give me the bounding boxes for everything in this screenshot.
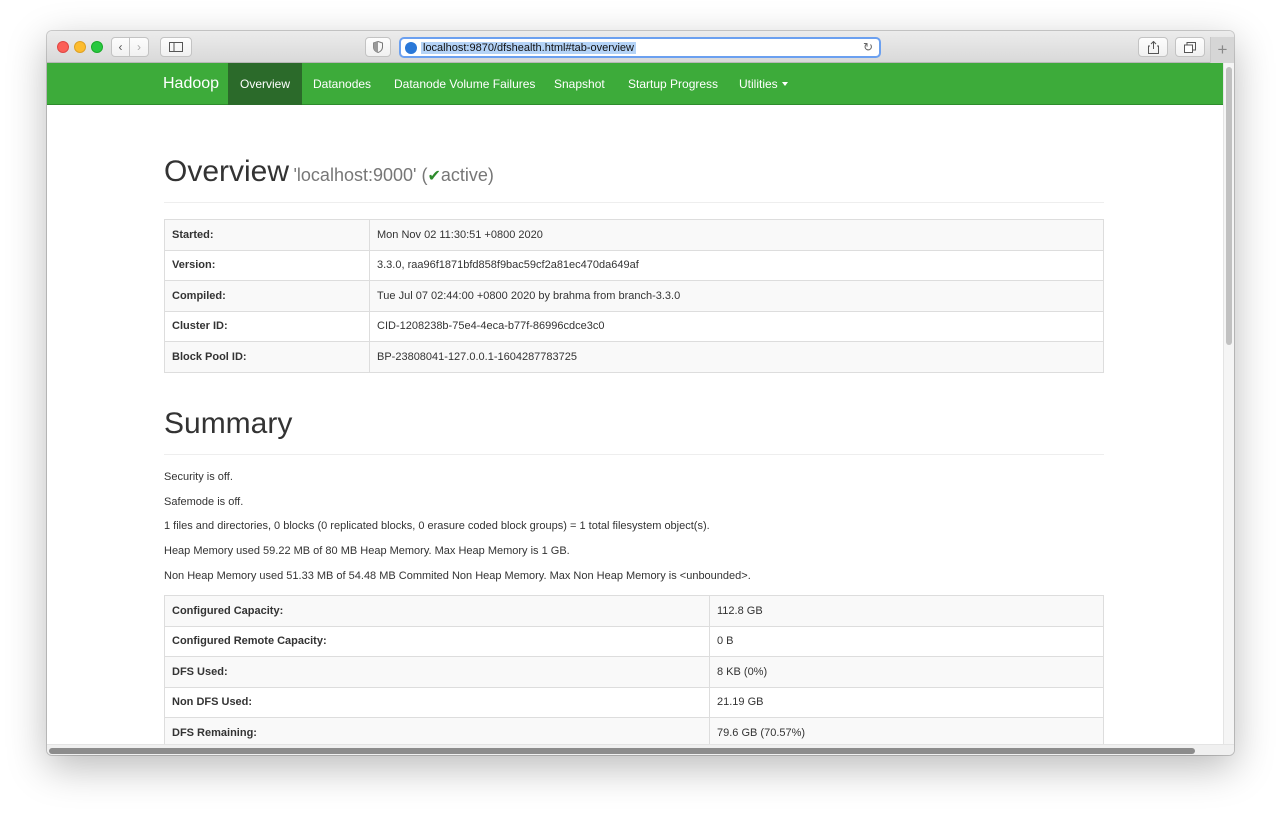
tab-label: Datanodes — [313, 77, 372, 91]
filesystem-objects: 1 files and directories, 0 blocks (0 rep… — [164, 520, 710, 532]
vertical-scroll-thumb[interactable] — [1226, 67, 1232, 345]
globe-icon — [405, 41, 417, 54]
privacy-report-button[interactable] — [365, 37, 391, 57]
shield-icon — [373, 41, 383, 53]
divider — [164, 202, 1104, 203]
page-title: Overview — [164, 155, 290, 188]
heap-memory: Heap Memory used 59.22 MB of 80 MB Heap … — [164, 545, 570, 557]
back-button[interactable]: ‹ — [111, 37, 130, 57]
brand-link[interactable]: Hadoop — [163, 75, 219, 93]
address-bar[interactable]: localhost:9870/dfshealth.html#tab-overvi… — [399, 37, 881, 58]
table-row: Block Pool ID: BP-23808041-127.0.0.1-160… — [164, 341, 1104, 373]
tab-label: Overview — [240, 77, 291, 91]
page-content: Overview 'localhost:9000' (✔active) Star… — [47, 105, 1223, 744]
row-key: DFS Used: — [164, 656, 710, 688]
minimize-window-button[interactable] — [74, 41, 86, 53]
browser-toolbar: ‹ › localhost:9870/dfshealth.html#tab-ov… — [47, 31, 1234, 63]
row-key: Configured Capacity: — [164, 595, 710, 627]
row-key: Started: — [164, 219, 370, 251]
table-row: Version: 3.3.0, raa96f1871bfd858f9bac59c… — [164, 249, 1104, 281]
table-row: Compiled: Tue Jul 07 02:44:00 +0800 2020… — [164, 280, 1104, 312]
tab-snapshot[interactable]: Snapshot — [542, 63, 617, 105]
tab-label: Startup Progress — [628, 77, 719, 91]
check-icon: ✔ — [427, 168, 441, 185]
table-row: DFS Remaining: 79.6 GB (70.57%) — [164, 717, 1104, 744]
safemode-status: Safemode is off. — [164, 496, 244, 508]
browser-window: ‹ › localhost:9870/dfshealth.html#tab-ov… — [47, 31, 1234, 755]
tab-label: Datanode Volume Failures — [394, 77, 536, 91]
table-row: Non DFS Used: 21.19 GB — [164, 686, 1104, 718]
table-row: Cluster ID: CID-1208238b-75e4-4eca-b77f-… — [164, 310, 1104, 342]
row-value: 3.3.0, raa96f1871bfd858f9bac59cf2a81ec47… — [369, 249, 1104, 281]
sidebar-icon — [169, 42, 183, 52]
table-row: Configured Remote Capacity: 0 B — [164, 625, 1104, 657]
overview-table: Started: Mon Nov 02 11:30:51 +0800 2020 … — [164, 219, 1104, 373]
row-key: Compiled: — [164, 280, 370, 312]
share-icon — [1147, 40, 1159, 54]
row-key: Version: — [164, 249, 370, 281]
table-row: DFS Used: 8 KB (0%) — [164, 656, 1104, 688]
vertical-scrollbar[interactable] — [1223, 63, 1234, 744]
namenode-state: active) — [440, 165, 494, 185]
row-value: 8 KB (0%) — [709, 656, 1104, 688]
forward-button[interactable]: › — [130, 37, 149, 57]
row-value: Tue Jul 07 02:44:00 +0800 2020 by brahma… — [369, 280, 1104, 312]
sidebar-toggle-button[interactable] — [160, 37, 192, 57]
utilities-dropdown[interactable]: Utilities — [727, 63, 800, 105]
row-value: Mon Nov 02 11:30:51 +0800 2020 — [369, 219, 1104, 251]
new-tab-button[interactable]: + — [1210, 37, 1234, 63]
tab-startup-progress[interactable]: Startup Progress — [616, 63, 730, 105]
row-key: Cluster ID: — [164, 310, 370, 342]
table-row: Configured Capacity: 112.8 GB — [164, 595, 1104, 627]
overview-heading: Overview 'localhost:9000' (✔active) — [164, 155, 494, 189]
hadoop-navbar: Hadoop Overview Datanodes Datanode Volum… — [47, 63, 1223, 105]
row-value: BP-23808041-127.0.0.1-1604287783725 — [369, 341, 1104, 373]
row-key: DFS Remaining: — [164, 717, 710, 744]
close-window-button[interactable] — [57, 41, 69, 53]
summary-table: Configured Capacity: 112.8 GB Configured… — [164, 595, 1104, 744]
tab-label: Snapshot — [554, 77, 605, 91]
summary-heading: Summary — [164, 407, 293, 440]
zoom-window-button[interactable] — [91, 41, 103, 53]
tabs-icon — [1184, 41, 1196, 53]
tab-datanode-volume-failures[interactable]: Datanode Volume Failures — [382, 63, 547, 105]
row-value: 21.19 GB — [709, 686, 1104, 718]
chevron-left-icon: ‹ — [118, 40, 123, 54]
namenode-host: 'localhost:9000' ( — [293, 165, 428, 185]
row-key: Block Pool ID: — [164, 341, 370, 373]
row-value: 79.6 GB (70.57%) — [709, 717, 1104, 744]
reload-icon[interactable]: ↻ — [863, 40, 873, 54]
row-value: 0 B — [709, 625, 1104, 657]
horizontal-scroll-thumb[interactable] — [49, 748, 1195, 754]
plus-icon: + — [1217, 40, 1228, 59]
share-button[interactable] — [1138, 37, 1168, 57]
row-value: CID-1208238b-75e4-4eca-b77f-86996cdce3c0 — [369, 310, 1104, 342]
divider — [164, 454, 1104, 455]
chevron-right-icon: › — [137, 40, 141, 54]
row-value: 112.8 GB — [709, 595, 1104, 627]
caret-down-icon — [781, 82, 788, 86]
tab-datanodes[interactable]: Datanodes — [301, 63, 383, 105]
url-text: localhost:9870/dfshealth.html#tab-overvi… — [421, 41, 636, 54]
show-tabs-button[interactable] — [1175, 37, 1205, 57]
security-status: Security is off. — [164, 471, 233, 483]
horizontal-scrollbar[interactable] — [47, 744, 1234, 755]
tab-overview[interactable]: Overview — [228, 63, 303, 105]
tab-label: Utilities — [739, 77, 778, 91]
row-key: Configured Remote Capacity: — [164, 625, 710, 657]
table-row: Started: Mon Nov 02 11:30:51 +0800 2020 — [164, 219, 1104, 251]
non-heap-memory: Non Heap Memory used 51.33 MB of 54.48 M… — [164, 570, 751, 582]
row-key: Non DFS Used: — [164, 686, 710, 718]
